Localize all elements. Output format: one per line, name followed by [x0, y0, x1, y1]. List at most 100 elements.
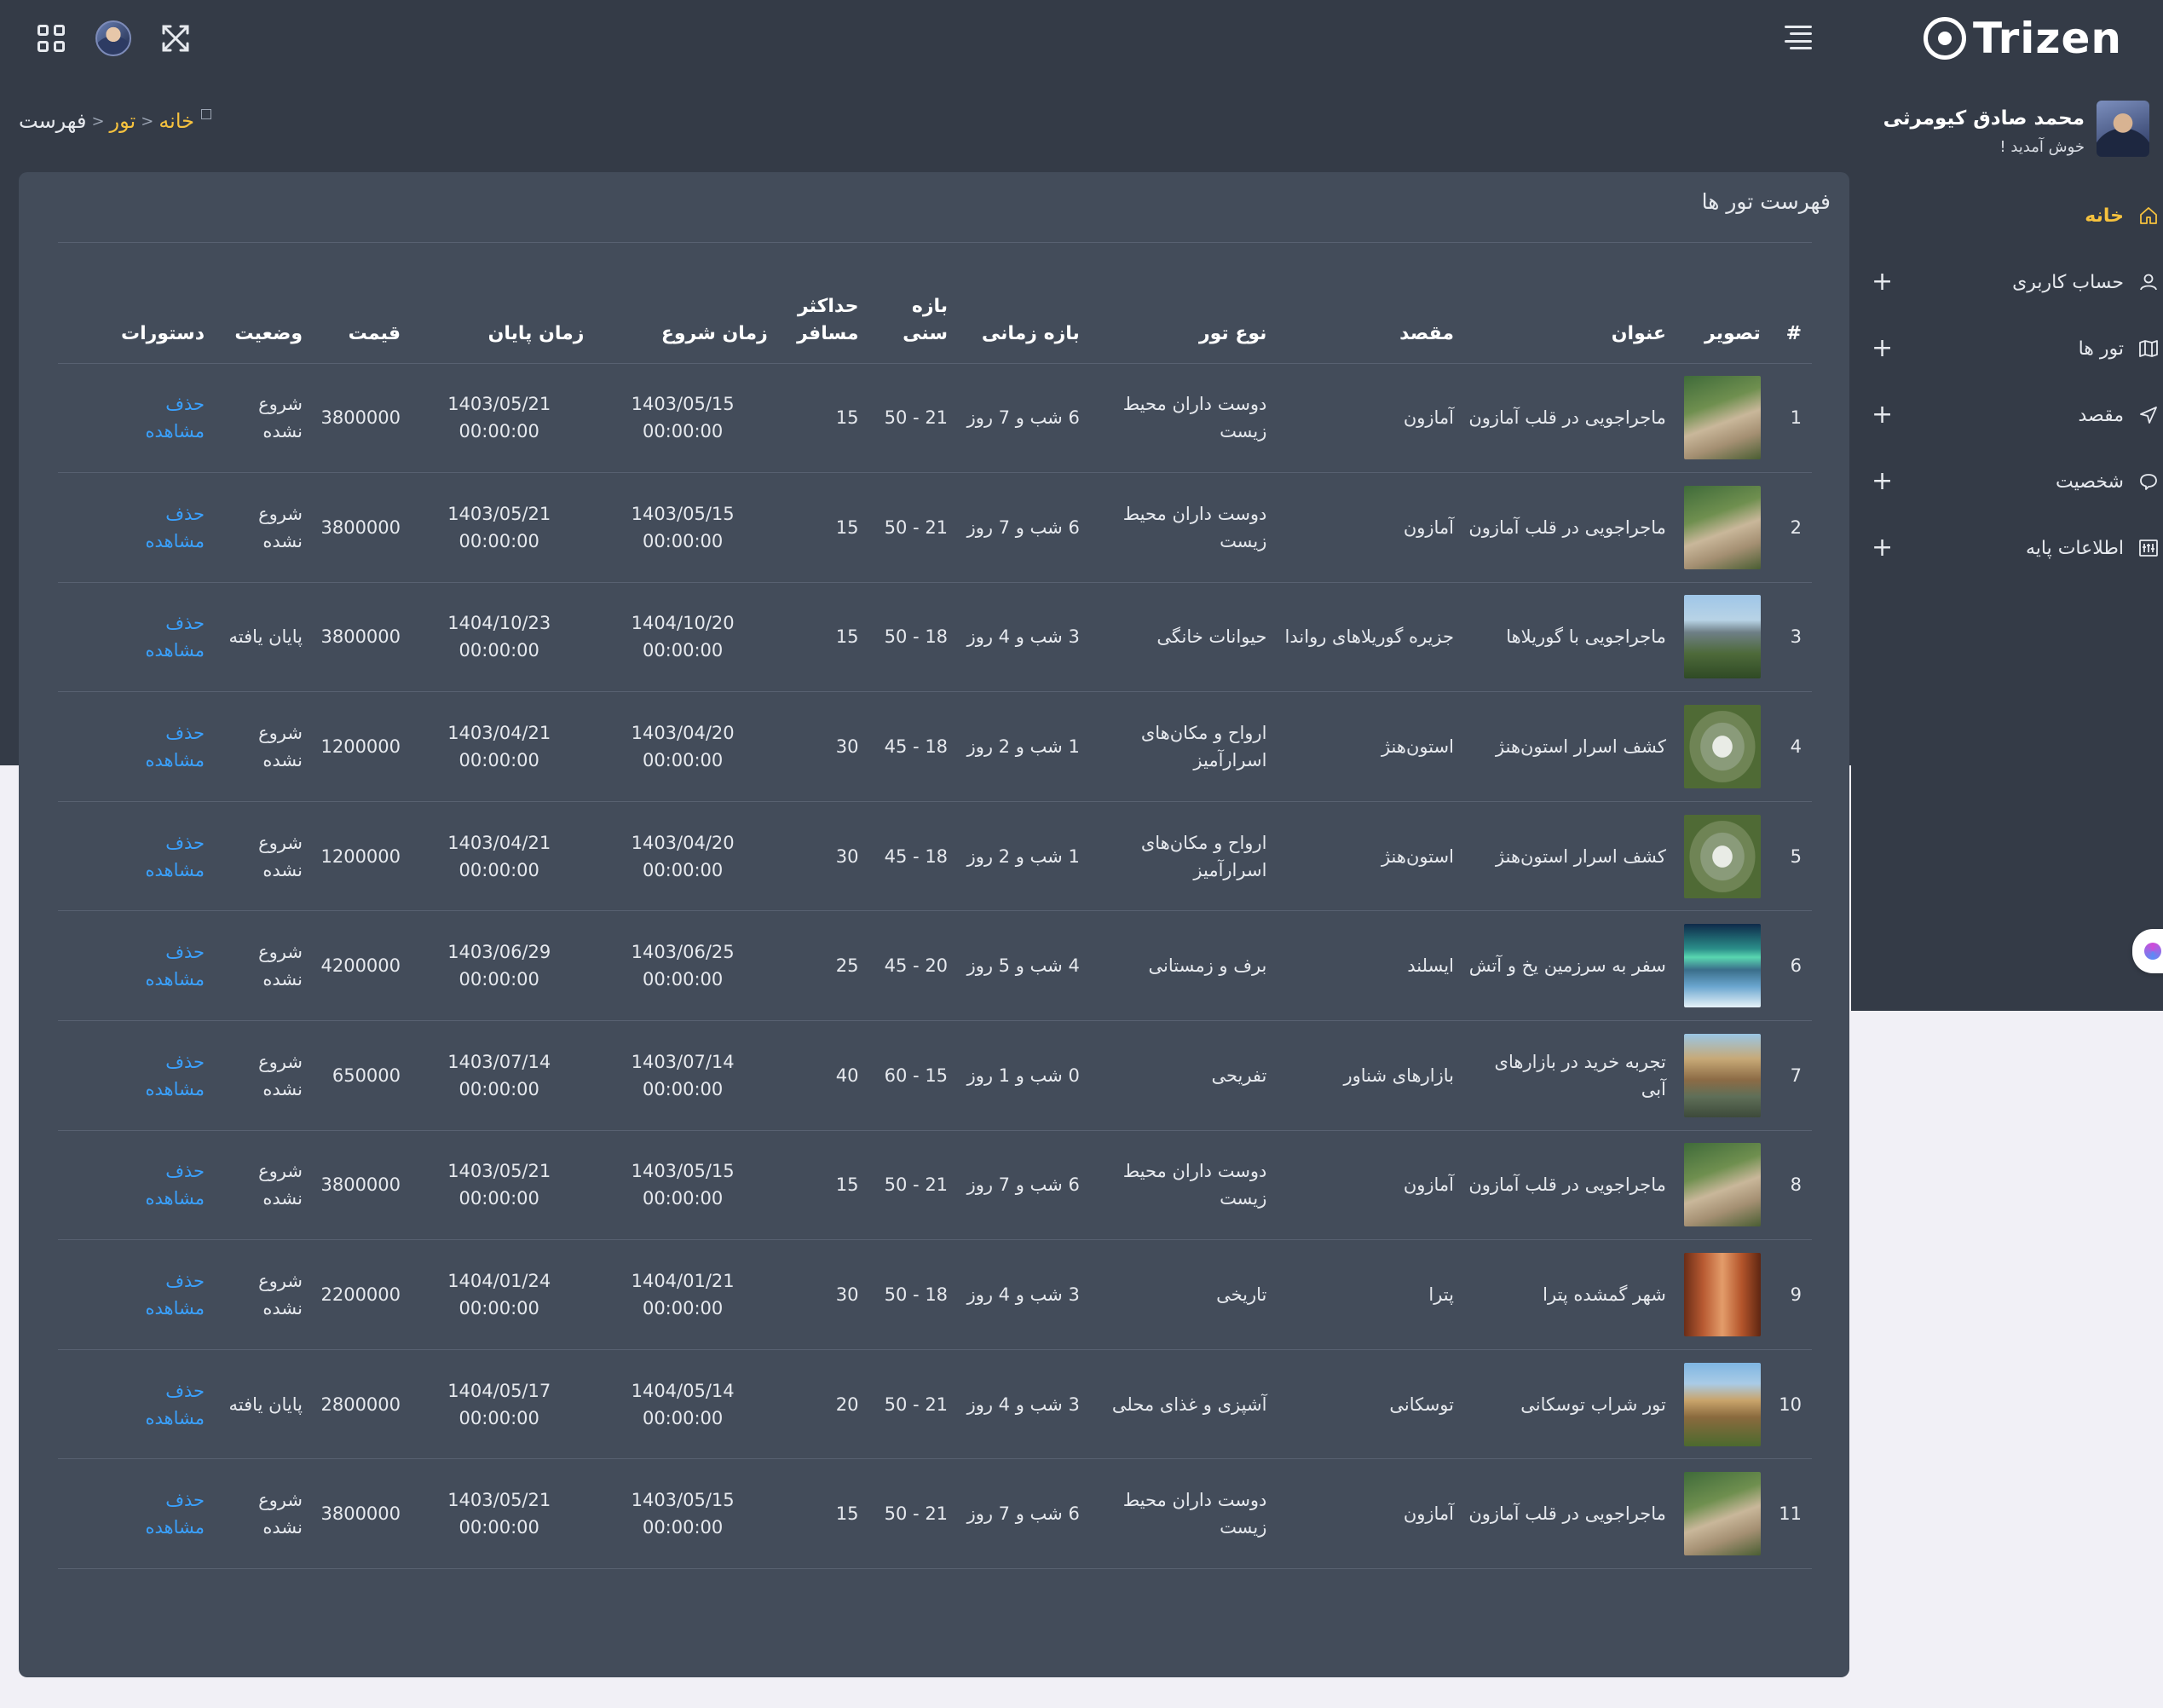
row-status: پایان یافته	[211, 582, 309, 693]
view-link[interactable]: مشاهده	[65, 966, 205, 993]
sidebar-item-account[interactable]: حساب کاربری +	[1851, 249, 2163, 315]
tour-thumbnail[interactable]	[1683, 485, 1761, 569]
end-date: 1403/06/29	[447, 942, 551, 963]
header-image: تصویر	[1672, 281, 1768, 364]
delete-link[interactable]: حذف	[65, 829, 205, 857]
row-title: کشف اسرار استون‌هنژ	[1461, 801, 1673, 912]
start-date: 1404/05/14	[631, 1380, 735, 1401]
row-max: 25	[774, 910, 866, 1022]
tour-thumbnail[interactable]	[1683, 595, 1761, 679]
table-row: 8 ماجراجویی در قلب آمازون آمازون دوست داران…	[58, 1130, 1812, 1241]
row-end: 1403/04/21 00:00:00	[407, 691, 591, 802]
delete-link[interactable]: حذف	[65, 1267, 205, 1295]
tour-thumbnail[interactable]	[1683, 1362, 1761, 1446]
tour-thumbnail[interactable]	[1683, 814, 1761, 898]
delete-link[interactable]: حذف	[65, 390, 205, 418]
view-link[interactable]: مشاهده	[65, 637, 205, 664]
row-price: 3800000	[309, 1458, 408, 1570]
sidebar-item-tours[interactable]: تور ها +	[1851, 315, 2163, 382]
row-type: دوست داران محیط زیست	[1086, 472, 1274, 583]
tour-thumbnail[interactable]	[1683, 1033, 1761, 1117]
expand-plus-icon[interactable]: +	[1872, 269, 1893, 295]
delete-link[interactable]: حذف	[65, 719, 205, 747]
expand-plus-icon[interactable]: +	[1872, 402, 1893, 428]
start-date: 1403/04/20	[631, 832, 735, 853]
sidebar-item-destination[interactable]: مقصد +	[1851, 382, 2163, 448]
view-link[interactable]: مشاهده	[65, 1405, 205, 1432]
row-age: 21 - 50	[865, 1458, 955, 1570]
row-image-cell	[1672, 1458, 1768, 1570]
table-row: 6 سفر به سرزمین یخ و آتش ایسلند برف و زمستا…	[58, 910, 1812, 1022]
start-date: 1403/07/14	[631, 1051, 735, 1072]
delete-link[interactable]: حذف	[65, 1048, 205, 1076]
end-date: 1403/05/21	[447, 1490, 551, 1511]
view-link[interactable]: مشاهده	[65, 1295, 205, 1322]
table-row: 5 کشف اسرار استون‌هنژ استون‌هنژ ارواح و مکا…	[58, 801, 1812, 912]
row-max: 30	[774, 691, 866, 802]
breadcrumb-tour[interactable]: تور	[110, 109, 136, 133]
row-price: 3800000	[309, 582, 408, 693]
row-num: 7	[1767, 1020, 1812, 1131]
tour-thumbnail[interactable]	[1683, 924, 1761, 1008]
tour-thumbnail[interactable]	[1683, 1472, 1761, 1556]
tour-thumbnail[interactable]	[1683, 705, 1761, 789]
row-num: 8	[1767, 1130, 1812, 1241]
table-row: 3 ماجراجویی با گوریلاها جزیره گوریلاهای رو…	[58, 582, 1812, 693]
start-time: 00:00:00	[642, 859, 724, 880]
sidebar-item-personality[interactable]: شخصیت +	[1851, 448, 2163, 515]
user-avatar-small[interactable]	[95, 20, 131, 56]
view-link[interactable]: مشاهده	[65, 1185, 205, 1212]
welcome-text: خوش آمدید !	[1999, 138, 2085, 156]
delete-link[interactable]: حذف	[65, 1486, 205, 1514]
send-icon	[2137, 404, 2160, 426]
tour-thumbnail[interactable]	[1683, 1253, 1761, 1337]
apps-grid-icon[interactable]	[34, 21, 68, 55]
end-time: 00:00:00	[459, 1188, 539, 1209]
expand-plus-icon[interactable]: +	[1872, 535, 1893, 561]
breadcrumb-home[interactable]: خانه	[159, 109, 194, 133]
row-image-cell	[1672, 801, 1768, 912]
row-status: پایان یافته	[211, 1349, 309, 1460]
brand-logo[interactable]: Trizen	[1923, 10, 2122, 66]
table-header-row: # تصویر عنوان مقصد نوع تور بازه زمانی با…	[58, 281, 1812, 364]
row-age: 15 - 60	[865, 1020, 955, 1131]
menu-toggle-button[interactable]	[1785, 26, 1812, 49]
view-link[interactable]: مشاهده	[65, 1514, 205, 1541]
table-row: 9 شهر گمشده پترا پترا تاریخی 3 شب و 4 روز 18 …	[58, 1239, 1812, 1350]
view-link[interactable]: مشاهده	[65, 418, 205, 445]
floating-widget-button[interactable]	[2132, 929, 2163, 973]
user-avatar[interactable]	[2097, 101, 2149, 157]
view-link[interactable]: مشاهده	[65, 528, 205, 555]
delete-link[interactable]: حذف	[65, 1157, 205, 1185]
start-date: 1403/04/20	[631, 723, 735, 744]
row-destination: جزیره گوریلاهای رواندا	[1273, 582, 1461, 693]
sidebar: محمد صادق کیومرثی خوش آمدید ! خانه حساب …	[1851, 78, 2163, 1011]
header-type: نوع تور	[1086, 281, 1274, 364]
tour-thumbnail[interactable]	[1683, 1143, 1761, 1227]
expand-plus-icon[interactable]: +	[1872, 469, 1893, 494]
sidebar-item-base-info[interactable]: اطلاعات پایه +	[1851, 515, 2163, 581]
expand-plus-icon[interactable]: +	[1872, 336, 1893, 361]
row-start: 1403/06/25 00:00:00	[591, 910, 775, 1022]
row-max: 15	[774, 363, 866, 474]
view-link[interactable]: مشاهده	[65, 1076, 205, 1103]
delete-link[interactable]: حذف	[65, 609, 205, 637]
row-num: 4	[1767, 691, 1812, 802]
sidebar-item-home[interactable]: خانه	[1851, 182, 2163, 249]
delete-link[interactable]: حذف	[65, 1377, 205, 1405]
row-type: تفریحی	[1086, 1020, 1274, 1131]
view-link[interactable]: مشاهده	[65, 747, 205, 774]
row-status: شروع نشده	[211, 1020, 309, 1131]
row-title: تور شراب توسکانی	[1461, 1349, 1673, 1460]
row-duration: 6 شب و 7 روز	[955, 363, 1087, 474]
fullscreen-icon[interactable]	[159, 21, 193, 55]
row-price: 2200000	[309, 1239, 408, 1350]
delete-link[interactable]: حذف	[65, 500, 205, 528]
header-destination: مقصد	[1273, 281, 1461, 364]
start-time: 00:00:00	[642, 969, 724, 990]
view-link[interactable]: مشاهده	[65, 857, 205, 884]
brand-mark-icon	[1923, 17, 1966, 60]
delete-link[interactable]: حذف	[65, 938, 205, 966]
tour-thumbnail[interactable]	[1683, 376, 1761, 460]
row-max: 15	[774, 582, 866, 693]
